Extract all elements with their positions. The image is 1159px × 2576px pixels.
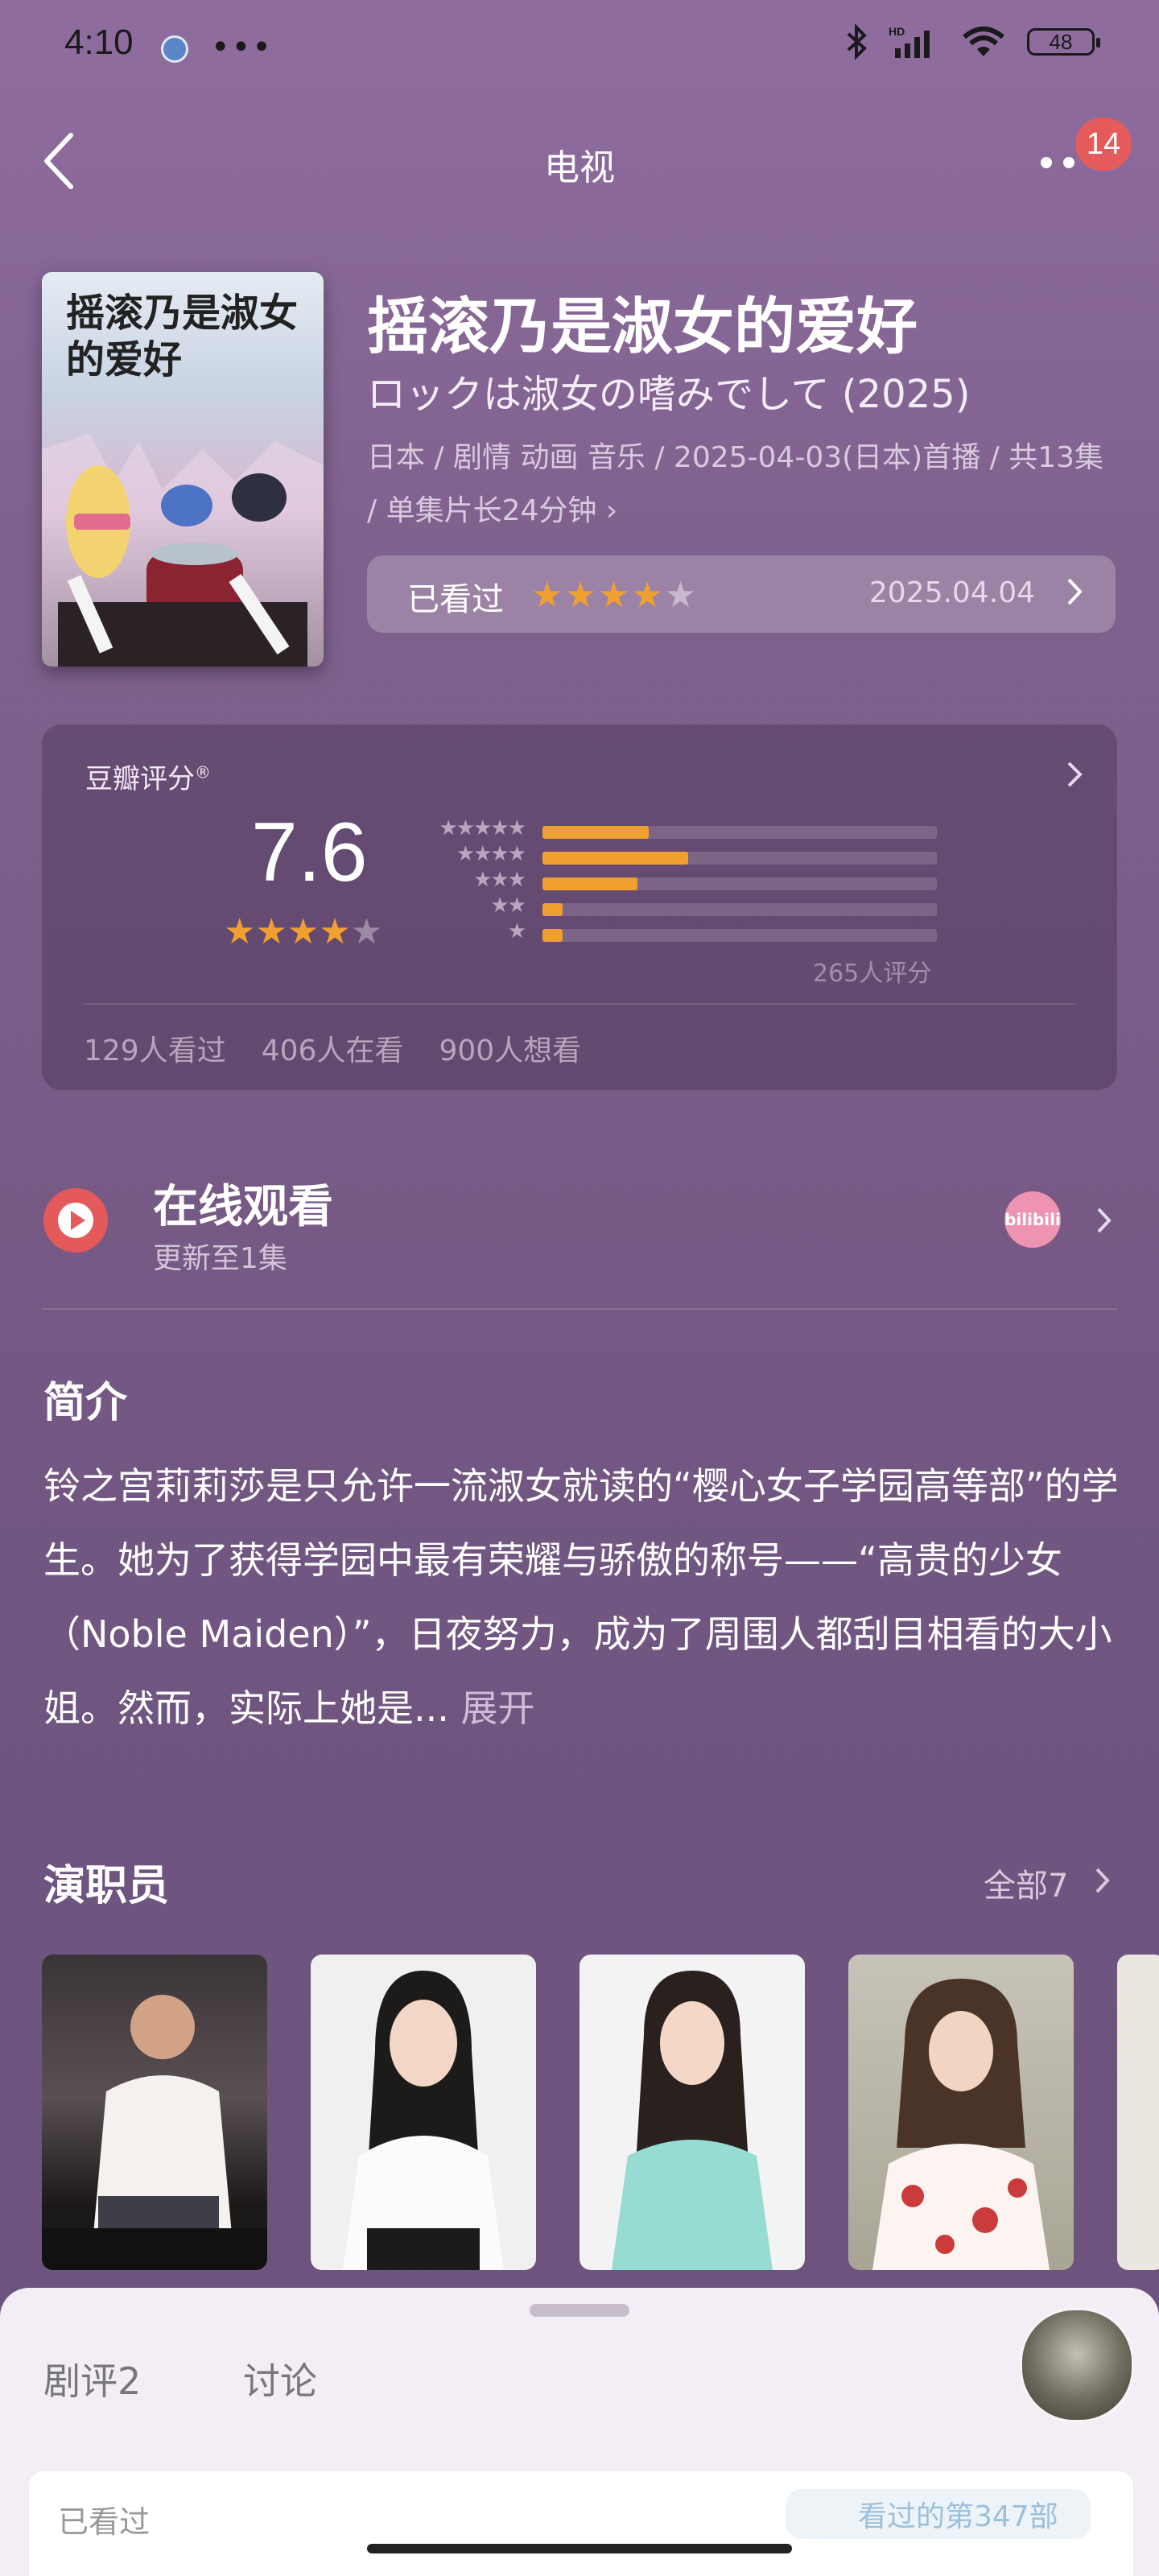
online-watch-title[interactable]: 在线观看 [153, 1170, 333, 1236]
poster-illustration [42, 433, 324, 667]
rating-distribution: ★★★★★ ★★★★ ★★★ ★★ ★ [423, 816, 938, 950]
chevron-right-icon [1095, 1868, 1110, 1893]
bottom-sheet[interactable]: 剧评2 讨论 已看过 看过的第347部 [0, 2288, 1159, 2576]
title-original: ロックは淑女の嗜みでして (2025) [367, 372, 971, 417]
cast-photo-3[interactable] [580, 1955, 805, 2270]
user-avatar[interactable] [1019, 2307, 1135, 2423]
rating-bar-stars: ★★★★ [456, 842, 526, 866]
status-time: 4:10 [64, 23, 134, 62]
rating-bar-track [542, 929, 937, 942]
rating-bar-fill [542, 826, 650, 839]
status-more-icon: ••• [211, 29, 273, 66]
title-chinese: 摇滚乃是淑女的爱好 [367, 291, 918, 362]
rating-bar-fill [542, 877, 637, 890]
rating-bar-track [542, 852, 937, 865]
battery-icon: 48 [1027, 28, 1100, 56]
chevron-right-icon [1067, 762, 1083, 787]
douban-rating-card[interactable]: 豆瓣评分® 7.6 ★★★★★ ★★★★★ ★★★★ ★★★ ★★ ★ 265人评分 1… [42, 724, 1117, 1090]
status-app-icon [161, 35, 188, 63]
poster-image[interactable]: 摇滚乃是淑女的爱好 [42, 272, 324, 667]
watching-count[interactable]: 406人在看 [262, 1027, 404, 1069]
wifi-icon [963, 27, 1004, 56]
chevron-right-icon [1097, 1208, 1112, 1233]
watched-count[interactable]: 129人看过 [84, 1027, 226, 1069]
watch-rank-text: 看过的第347部 [858, 2500, 1058, 2533]
expand-link[interactable]: 展开 [461, 1686, 535, 1730]
rating-bar-stars: ★ [507, 919, 526, 943]
intro-title: 简介 [43, 1379, 128, 1427]
bluetooth-icon [847, 24, 867, 60]
svg-text:HD: HD [889, 25, 905, 38]
rating-bar-stars: ★★★★★ [439, 816, 526, 840]
rating-bar-fill [542, 929, 563, 942]
online-watch-subtitle: 更新至1集 [153, 1242, 287, 1275]
rating-bar-track [542, 877, 937, 890]
cast-photo-5[interactable] [1117, 1955, 1159, 2270]
watch-stats: 129人看过 406人在看 900人想看 [84, 1027, 581, 1069]
my-rating-label: 已看过 [407, 581, 504, 618]
notification-badge[interactable]: 14 [1075, 118, 1132, 171]
bilibili-icon[interactable]: bilibili [1004, 1191, 1061, 1248]
rating-bar-row: ★ [423, 919, 938, 950]
home-indicator[interactable] [367, 2544, 792, 2553]
rating-bar-track [542, 826, 937, 839]
divider [84, 1003, 1075, 1005]
my-rating-stars: ★★★★★ [531, 575, 699, 616]
cast-title: 演职员 [43, 1862, 170, 1910]
rating-count: 265人评分 [813, 960, 932, 988]
movie-meta[interactable]: 日本 / 剧情 动画 音乐 / 2025-04-03(日本)首播 / 共13集 … [367, 431, 1116, 538]
cast-photo-1[interactable] [42, 1955, 267, 2270]
my-rating-bar[interactable]: 已看过 ★★★★★ 2025.04.04 [367, 555, 1116, 633]
rating-bar-fill [542, 852, 689, 865]
poster-title: 摇滚乃是淑女的爱好 [66, 291, 299, 382]
tab-reviews[interactable]: 剧评2 [43, 2352, 141, 2405]
rating-bar-fill [542, 903, 563, 916]
my-rating-date: 2025.04.04 [868, 576, 1035, 609]
cast-photo-4[interactable] [848, 1955, 1074, 2270]
cast-all-link[interactable]: 全部7 [984, 1860, 1068, 1906]
want-count[interactable]: 900人想看 [439, 1027, 581, 1069]
douban-stars: ★★★★★ [224, 911, 383, 952]
status-icons: HD 48 [845, 24, 1100, 60]
chevron-right-icon [1067, 578, 1083, 605]
watch-rank-badge[interactable]: 看过的第347部 [786, 2489, 1091, 2539]
tab-discussion[interactable]: 讨论 [243, 2352, 317, 2405]
rating-bar-track [542, 903, 937, 916]
play-icon[interactable] [43, 1188, 108, 1253]
intro-text[interactable]: 铃之宫莉莉莎是只允许一流淑女就读的“樱心女子学园高等部”的学生。她为了获得学园中… [43, 1449, 1122, 1745]
seen-label: 已看过 [58, 2504, 151, 2540]
douban-score: 7.6 [251, 806, 368, 899]
page-title: 电视 [544, 147, 615, 188]
seen-card[interactable]: 已看过 看过的第347部 [27, 2470, 1135, 2576]
douban-rating-label: 豆瓣评分® [85, 762, 211, 795]
divider [42, 1308, 1117, 1310]
rating-bar-stars: ★★★ [473, 868, 526, 892]
sheet-handle[interactable] [530, 2304, 629, 2317]
signal-icon: HD [889, 25, 930, 58]
cast-photo-2[interactable] [311, 1955, 536, 2270]
rating-bar-stars: ★★ [490, 894, 526, 918]
